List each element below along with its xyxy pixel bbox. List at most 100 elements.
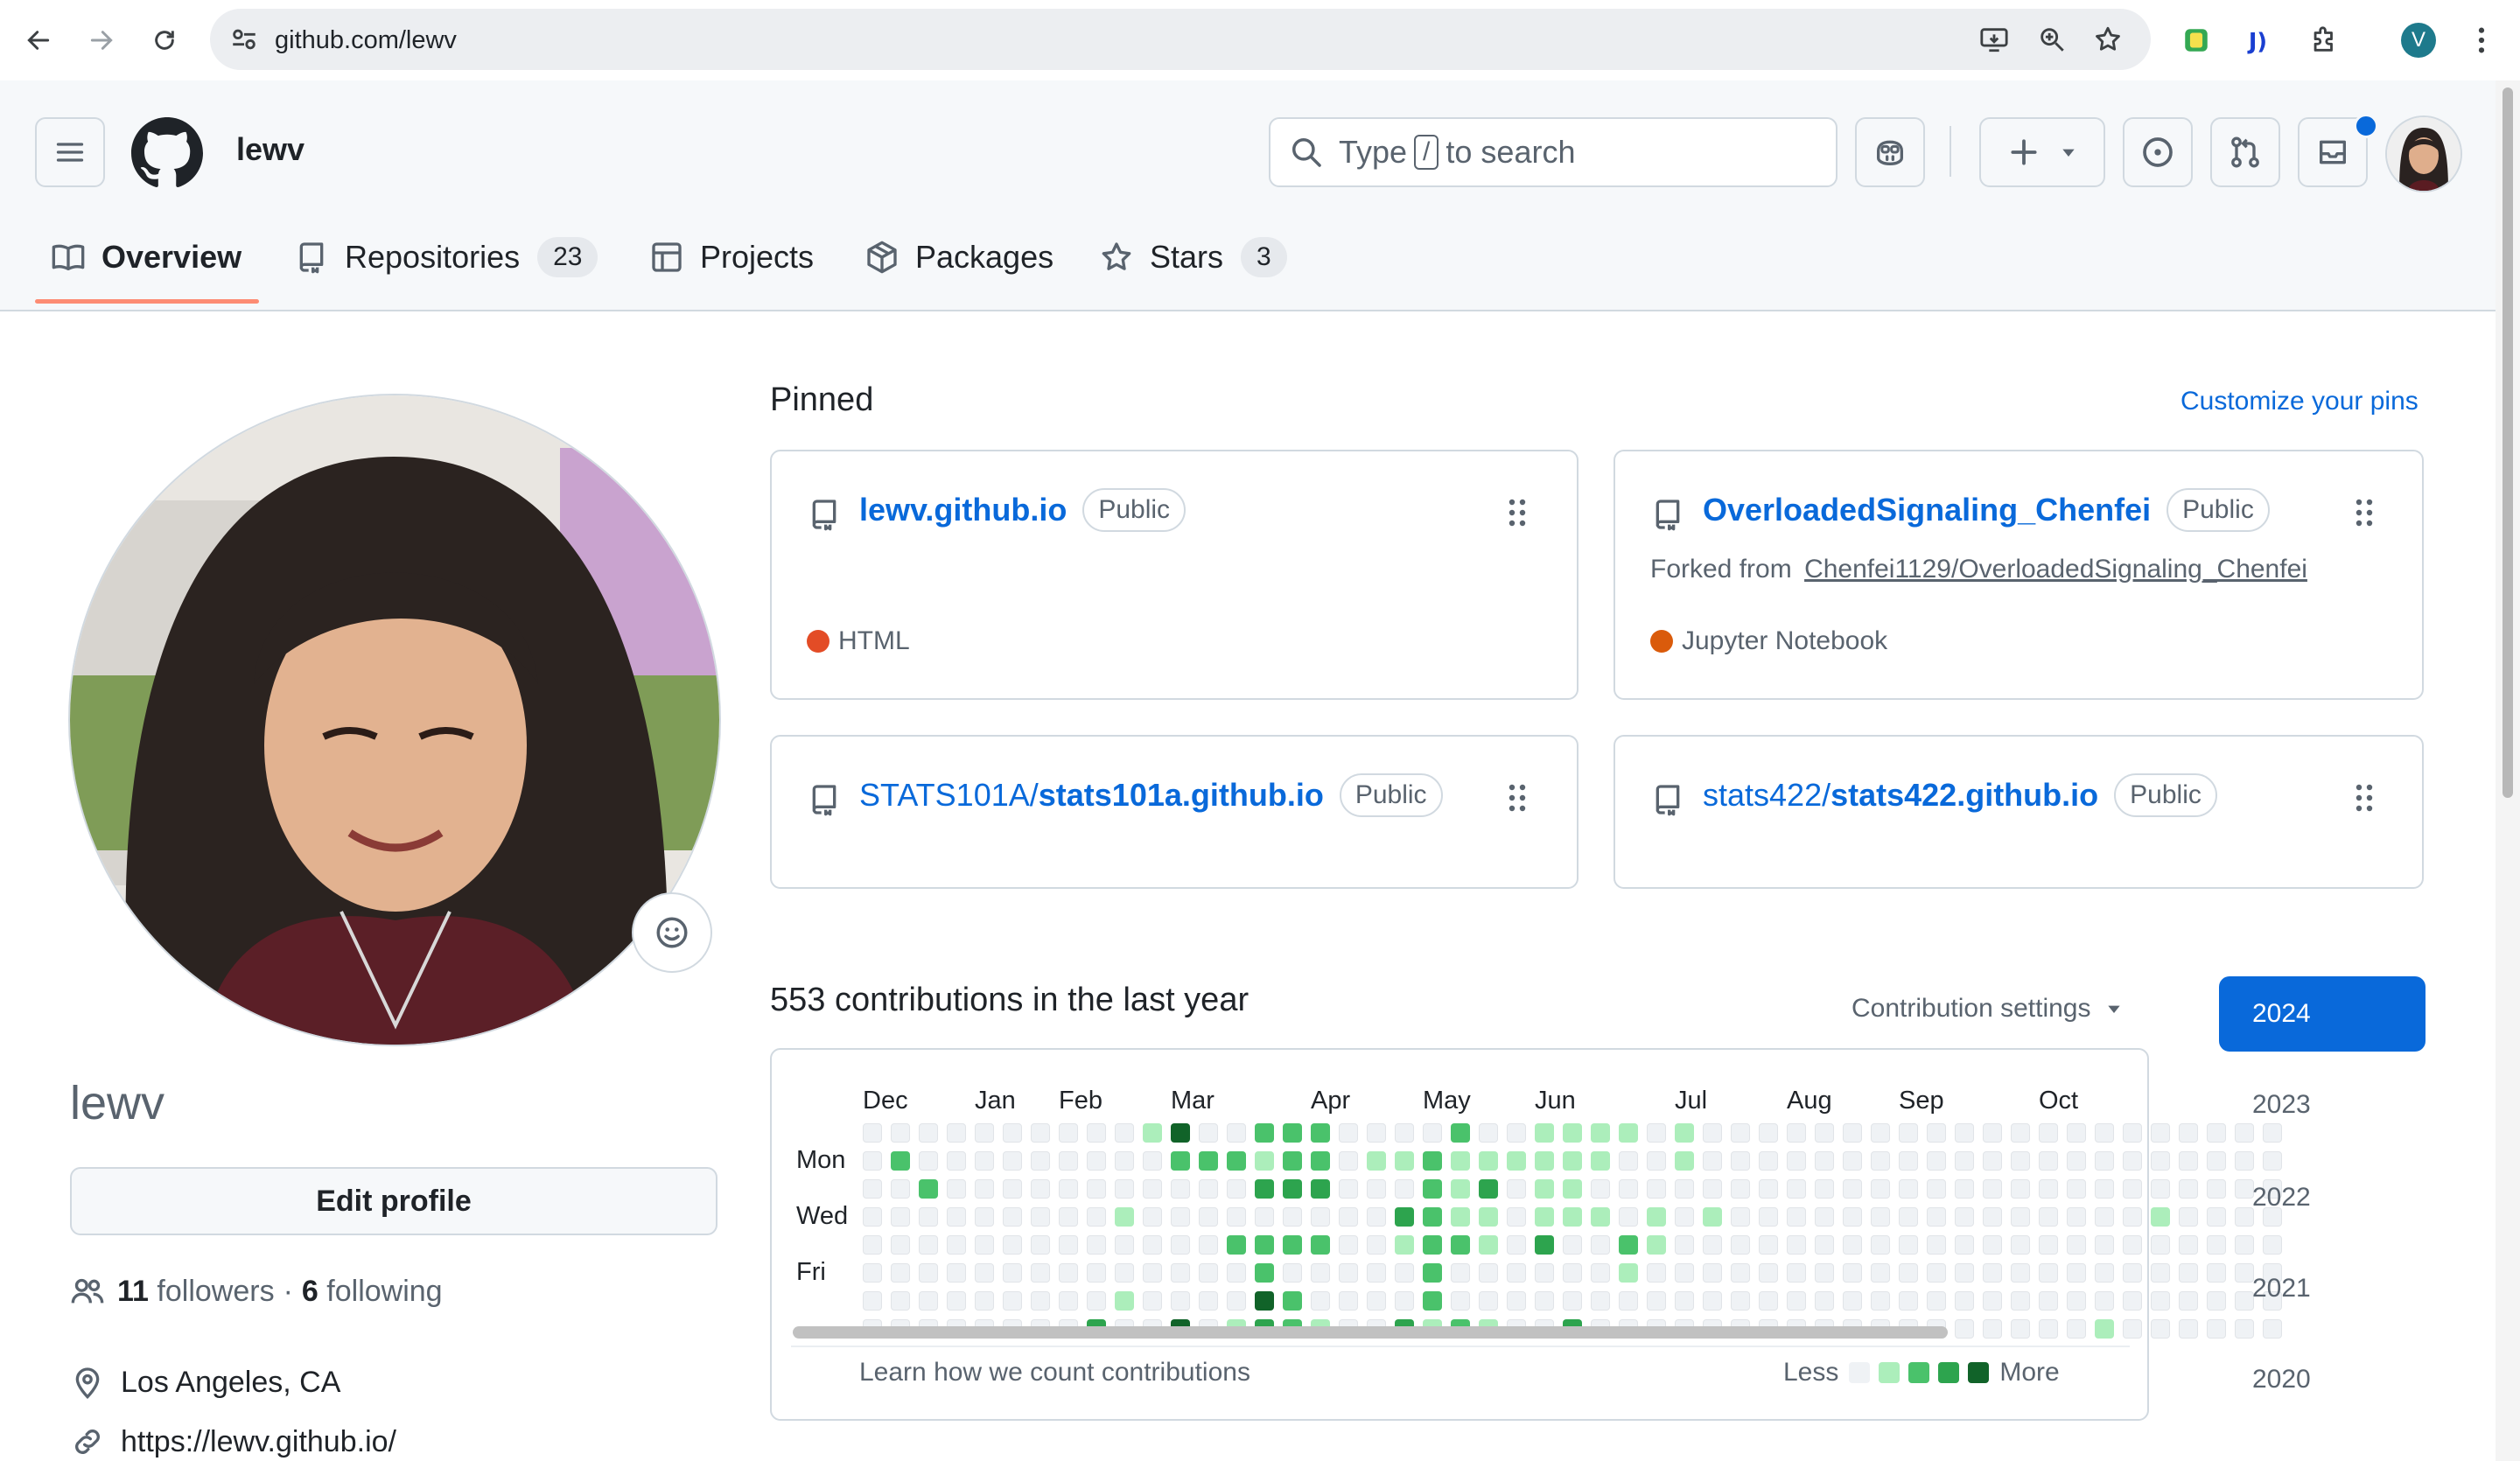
contribution-day-cell[interactable] <box>1815 1179 1834 1199</box>
user-avatar-small[interactable] <box>2385 115 2462 192</box>
contribution-day-cell[interactable] <box>1507 1151 1526 1171</box>
contribution-day-cell[interactable] <box>1955 1207 1974 1227</box>
tab-repositories[interactable]: Repositories 23 <box>294 224 598 290</box>
contribution-day-cell[interactable] <box>1983 1151 2002 1171</box>
contribution-day-cell[interactable] <box>1479 1235 1498 1255</box>
contribution-day-cell[interactable] <box>1507 1235 1526 1255</box>
contribution-day-cell[interactable] <box>2095 1319 2114 1339</box>
contribution-day-cell[interactable] <box>1479 1207 1498 1227</box>
contribution-day-cell[interactable] <box>863 1179 882 1199</box>
contribution-day-cell[interactable] <box>1647 1291 1666 1311</box>
contribution-day-cell[interactable] <box>1899 1179 1918 1199</box>
contribution-day-cell[interactable] <box>1955 1235 1974 1255</box>
contribution-day-cell[interactable] <box>1535 1151 1554 1171</box>
contribution-day-cell[interactable] <box>1703 1179 1722 1199</box>
contribution-day-cell[interactable] <box>1087 1207 1106 1227</box>
contribution-day-cell[interactable] <box>1115 1263 1134 1283</box>
contribution-day-cell[interactable] <box>2011 1319 2030 1339</box>
contribution-day-cell[interactable] <box>1255 1235 1274 1255</box>
contribution-day-cell[interactable] <box>1619 1179 1638 1199</box>
contribution-day-cell[interactable] <box>919 1123 938 1143</box>
followers-link[interactable]: 11 followers <box>117 1275 275 1309</box>
contribution-day-cell[interactable] <box>947 1151 966 1171</box>
contribution-day-cell[interactable] <box>1591 1123 1610 1143</box>
back-icon[interactable] <box>16 17 61 63</box>
contribution-day-cell[interactable] <box>1311 1263 1330 1283</box>
contribution-day-cell[interactable] <box>1535 1291 1554 1311</box>
contribution-day-cell[interactable] <box>1591 1179 1610 1199</box>
contribution-day-cell[interactable] <box>1367 1179 1386 1199</box>
contribution-day-cell[interactable] <box>1759 1123 1778 1143</box>
contribution-day-cell[interactable] <box>1927 1291 1946 1311</box>
contribution-day-cell[interactable] <box>1395 1291 1414 1311</box>
contribution-day-cell[interactable] <box>1983 1207 2002 1227</box>
contribution-day-cell[interactable] <box>1227 1263 1246 1283</box>
contribution-day-cell[interactable] <box>1255 1123 1274 1143</box>
contribution-day-cell[interactable] <box>1619 1263 1638 1283</box>
contribution-day-cell[interactable] <box>863 1207 882 1227</box>
contribution-day-cell[interactable] <box>2151 1151 2170 1171</box>
contribution-day-cell[interactable] <box>1479 1151 1498 1171</box>
github-logo-icon[interactable] <box>131 117 203 189</box>
contribution-day-cell[interactable] <box>891 1263 910 1283</box>
contribution-day-cell[interactable] <box>1815 1151 1834 1171</box>
tab-packages[interactable]: Packages <box>864 224 1054 290</box>
contribution-day-cell[interactable] <box>1871 1179 1890 1199</box>
year-2023-button[interactable]: 2023 <box>2219 1067 2426 1143</box>
contribution-day-cell[interactable] <box>2179 1179 2198 1199</box>
contribution-day-cell[interactable] <box>1367 1235 1386 1255</box>
contribution-day-cell[interactable] <box>1031 1179 1050 1199</box>
contribution-day-cell[interactable] <box>2067 1319 2086 1339</box>
contribution-day-cell[interactable] <box>1983 1123 2002 1143</box>
contribution-day-cell[interactable] <box>1731 1179 1750 1199</box>
contribution-day-cell[interactable] <box>1255 1207 1274 1227</box>
contribution-day-cell[interactable] <box>1171 1263 1190 1283</box>
contribution-day-cell[interactable] <box>891 1207 910 1227</box>
contribution-day-cell[interactable] <box>2179 1235 2198 1255</box>
contribution-day-cell[interactable] <box>1815 1123 1834 1143</box>
contribution-day-cell[interactable] <box>975 1207 994 1227</box>
contribution-day-cell[interactable] <box>1199 1151 1218 1171</box>
contribution-day-cell[interactable] <box>1311 1235 1330 1255</box>
learn-contributions-link[interactable]: Learn how we count contributions <box>859 1358 1250 1388</box>
contribution-day-cell[interactable] <box>891 1179 910 1199</box>
contribution-day-cell[interactable] <box>919 1151 938 1171</box>
contribution-day-cell[interactable] <box>1283 1151 1302 1171</box>
contribution-day-cell[interactable] <box>919 1263 938 1283</box>
contribution-day-cell[interactable] <box>1451 1263 1470 1283</box>
contribution-day-cell[interactable] <box>863 1263 882 1283</box>
header-username[interactable]: lewv <box>236 131 304 168</box>
create-new-button[interactable] <box>1979 117 2105 187</box>
contribution-day-cell[interactable] <box>1507 1207 1526 1227</box>
contribution-day-cell[interactable] <box>1619 1235 1638 1255</box>
contribution-day-cell[interactable] <box>1703 1235 1722 1255</box>
contribution-day-cell[interactable] <box>1507 1179 1526 1199</box>
contribution-day-cell[interactable] <box>1507 1291 1526 1311</box>
contribution-day-cell[interactable] <box>1451 1151 1470 1171</box>
contribution-day-cell[interactable] <box>1199 1263 1218 1283</box>
contribution-day-cell[interactable] <box>1059 1179 1078 1199</box>
contribution-day-cell[interactable] <box>2067 1263 2086 1283</box>
contribution-day-cell[interactable] <box>2039 1207 2058 1227</box>
contribution-day-cell[interactable] <box>1199 1207 1218 1227</box>
contribution-day-cell[interactable] <box>1311 1207 1330 1227</box>
contribution-day-cell[interactable] <box>1031 1235 1050 1255</box>
contribution-day-cell[interactable] <box>2095 1207 2114 1227</box>
contribution-day-cell[interactable] <box>1367 1151 1386 1171</box>
hamburger-menu-icon[interactable] <box>35 117 105 187</box>
contribution-day-cell[interactable] <box>1227 1123 1246 1143</box>
contribution-day-cell[interactable] <box>1927 1151 1946 1171</box>
contribution-day-cell[interactable] <box>1787 1263 1806 1283</box>
contribution-day-cell[interactable] <box>2095 1179 2114 1199</box>
contribution-day-cell[interactable] <box>1815 1291 1834 1311</box>
contribution-day-cell[interactable] <box>1087 1263 1106 1283</box>
contribution-day-cell[interactable] <box>1283 1207 1302 1227</box>
contribution-day-cell[interactable] <box>2095 1151 2114 1171</box>
contribution-day-cell[interactable] <box>863 1123 882 1143</box>
forked-from-link[interactable]: Chenfei1129/OverloadedSignaling_Chenfei <box>1804 555 2307 584</box>
contribution-day-cell[interactable] <box>1647 1235 1666 1255</box>
contribution-day-cell[interactable] <box>1031 1263 1050 1283</box>
contribution-day-cell[interactable] <box>1003 1151 1022 1171</box>
copilot-button[interactable] <box>1855 117 1925 187</box>
contribution-day-cell[interactable] <box>1115 1291 1134 1311</box>
